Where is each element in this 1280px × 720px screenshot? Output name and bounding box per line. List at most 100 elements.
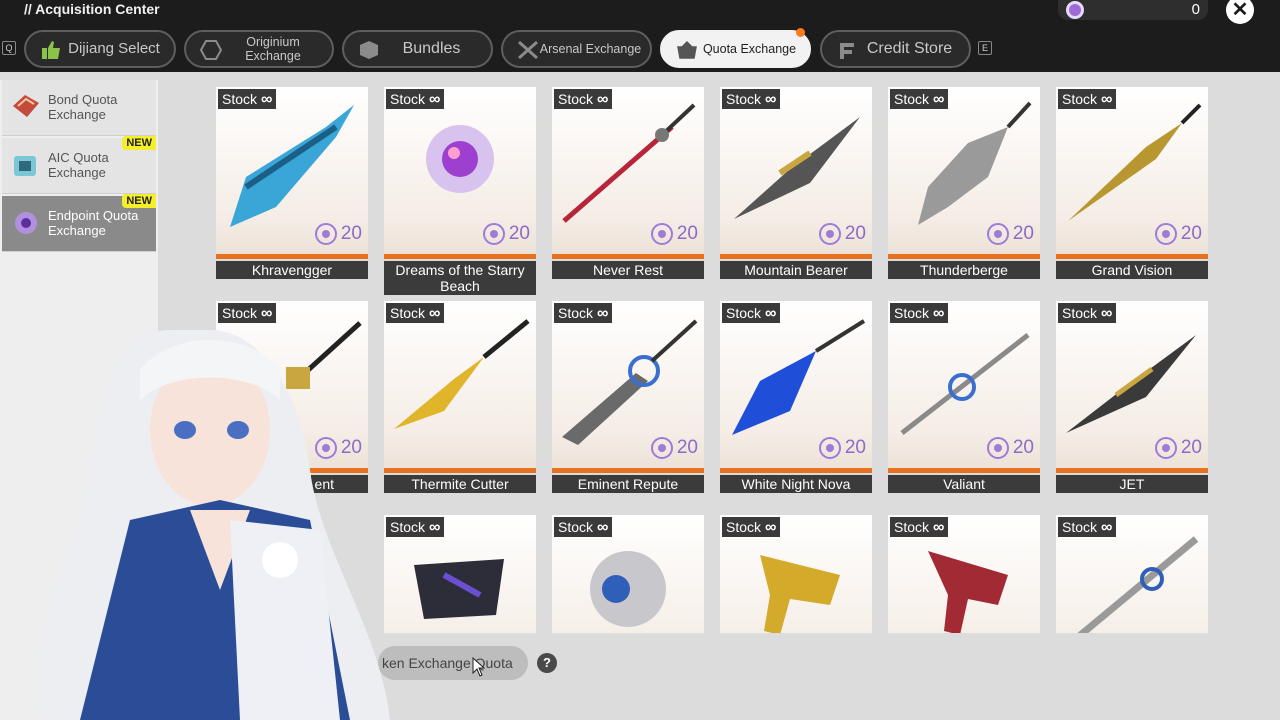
price-tag: 20 bbox=[1154, 222, 1202, 246]
item-name: Thunderberge bbox=[888, 261, 1040, 279]
item-name: Eminent Repute bbox=[552, 475, 704, 493]
price-tag: 20 bbox=[986, 436, 1034, 460]
price-tag: 20 bbox=[650, 222, 698, 246]
item-card[interactable]: Stock ∞ 20 Khravengger bbox=[216, 87, 368, 279]
item-card[interactable]: Stock ∞ 20 Dreams of the Starry Beach bbox=[384, 87, 536, 295]
stock-indicator: Stock ∞ bbox=[218, 303, 277, 323]
vtuber-avatar bbox=[35, 330, 390, 720]
item-name: Valiant bbox=[888, 475, 1040, 493]
tab-credit-store[interactable]: Credit Store bbox=[820, 30, 971, 68]
quota-balance: 0 bbox=[1058, 0, 1208, 20]
stock-indicator: Stock ∞ bbox=[554, 517, 613, 537]
stock-indicator: Stock ∞ bbox=[1058, 303, 1117, 323]
item-card[interactable]: Stock ∞ 20 Never Rest bbox=[552, 87, 704, 279]
item-name: Grand Vision bbox=[1056, 261, 1208, 279]
price-tag: 20 bbox=[818, 222, 866, 246]
tab-bundles[interactable]: Bundles bbox=[342, 30, 493, 68]
crossed-swords-icon bbox=[517, 40, 539, 60]
item-card[interactable]: Stock ∞ bbox=[720, 515, 872, 633]
tab-label: Arsenal Exchange bbox=[539, 42, 642, 56]
aic-quota-icon bbox=[10, 150, 42, 180]
stock-indicator: Stock ∞ bbox=[890, 517, 949, 537]
item-name: Dreams of the Starry Beach bbox=[384, 261, 536, 295]
price-tag: 20 bbox=[986, 222, 1034, 246]
notification-dot bbox=[796, 28, 805, 37]
token-exchange-quota-button[interactable]: ken Exchange Quota bbox=[378, 646, 528, 680]
help-icon[interactable]: ? bbox=[537, 653, 557, 673]
sidebar-item-label: Endpoint Quota Exchange bbox=[48, 208, 139, 238]
item-name: Khravengger bbox=[216, 261, 368, 279]
tab-label: Credit Store bbox=[866, 40, 953, 57]
stock-indicator: Stock ∞ bbox=[386, 89, 445, 109]
item-card[interactable]: Stock ∞ bbox=[552, 515, 704, 633]
item-card[interactable]: Stock ∞ bbox=[1056, 515, 1208, 633]
item-card[interactable]: Stock ∞ 20 JET bbox=[1056, 301, 1208, 493]
item-card[interactable]: Stock ∞ 20 Mountain Bearer bbox=[720, 87, 872, 279]
top-bar: // Acquisition Center 0 ✕ Q Dijiang Sele… bbox=[0, 0, 1280, 72]
stock-indicator: Stock ∞ bbox=[554, 303, 613, 323]
price-tag: 20 bbox=[482, 222, 530, 246]
item-card[interactable]: Stock ∞ 20 Grand Vision bbox=[1056, 87, 1208, 279]
quota-balance-count: 0 bbox=[1191, 1, 1200, 18]
item-name: White Night Nova bbox=[720, 475, 872, 493]
item-name: JET bbox=[1056, 475, 1208, 493]
stock-indicator: Stock ∞ bbox=[218, 89, 277, 109]
price-tag: 20 bbox=[1154, 436, 1202, 460]
originium-icon bbox=[199, 40, 223, 60]
tab-dijiang-select[interactable]: Dijiang Select bbox=[24, 30, 176, 68]
quota-coin-icon bbox=[650, 437, 673, 459]
stock-indicator: Stock ∞ bbox=[1058, 89, 1117, 109]
new-badge: NEW bbox=[122, 194, 156, 208]
item-card[interactable]: Stock ∞ 20 White Night Nova bbox=[720, 301, 872, 493]
close-button[interactable]: ✕ bbox=[1226, 0, 1254, 24]
quota-coin-icon bbox=[1154, 437, 1177, 459]
sidebar-item-label: AIC Quota Exchange bbox=[48, 150, 109, 180]
page-title: // Acquisition Center bbox=[24, 1, 160, 17]
stock-indicator: Stock ∞ bbox=[722, 517, 781, 537]
weapon-image bbox=[394, 319, 530, 429]
tab-quota-exchange[interactable]: Quota Exchange bbox=[660, 28, 811, 68]
stock-indicator: Stock ∞ bbox=[386, 303, 445, 323]
stock-indicator: Stock ∞ bbox=[890, 89, 949, 109]
sidebar-item-endpoint-quota[interactable]: Endpoint Quota Exchange NEW bbox=[2, 194, 156, 252]
item-card[interactable]: Stock ∞ 20 Thunderberge bbox=[888, 87, 1040, 279]
quota-coin-icon bbox=[1066, 1, 1084, 19]
item-name: Mountain Bearer bbox=[720, 261, 872, 279]
stock-indicator: Stock ∞ bbox=[722, 303, 781, 323]
stock-indicator: Stock ∞ bbox=[890, 303, 949, 323]
price-tag: 20 bbox=[818, 436, 866, 460]
tab-originium-exchange[interactable]: Originium Exchange bbox=[184, 30, 334, 68]
credit-icon bbox=[836, 40, 858, 59]
quota-coin-icon bbox=[818, 223, 841, 245]
stock-indicator: Stock ∞ bbox=[554, 89, 613, 109]
quota-coin-icon bbox=[1154, 223, 1177, 245]
sidebar-item-bond-quota[interactable]: Bond Quota Exchange bbox=[2, 80, 156, 136]
sidebar-item-aic-quota[interactable]: AIC Quota Exchange NEW bbox=[2, 136, 156, 194]
quota-coin-icon bbox=[314, 223, 337, 245]
bundle-icon bbox=[358, 40, 380, 59]
tab-label: Originium Exchange bbox=[245, 35, 301, 63]
bond-quota-icon bbox=[10, 92, 42, 122]
item-card[interactable]: Stock ∞ bbox=[888, 515, 1040, 633]
quota-coin-icon bbox=[986, 437, 1009, 459]
item-card[interactable]: Stock ∞ bbox=[384, 515, 536, 633]
sidebar-item-label: Bond Quota Exchange bbox=[48, 92, 118, 122]
quota-coin-icon bbox=[818, 437, 841, 459]
stock-indicator: Stock ∞ bbox=[722, 89, 781, 109]
mouse-cursor-icon bbox=[472, 657, 486, 677]
item-card[interactable]: Stock ∞ 20 Valiant bbox=[888, 301, 1040, 493]
tab-label: Dijiang Select bbox=[68, 40, 160, 57]
stock-indicator: Stock ∞ bbox=[1058, 517, 1117, 537]
item-card[interactable]: Stock ∞ Thermite Cutter bbox=[384, 301, 536, 493]
tab-arsenal-exchange[interactable]: Arsenal Exchange bbox=[501, 30, 652, 68]
endpoint-quota-icon bbox=[10, 208, 42, 238]
hand-icon bbox=[40, 40, 62, 59]
tab-label: Quota Exchange bbox=[702, 42, 797, 56]
quota-coin-icon bbox=[986, 223, 1009, 245]
basket-icon bbox=[676, 40, 698, 59]
key-hint-q: Q bbox=[2, 41, 16, 55]
item-card[interactable]: Stock ∞ 20 Eminent Repute bbox=[552, 301, 704, 493]
price-tag: 20 bbox=[314, 222, 362, 246]
quota-coin-icon bbox=[482, 223, 505, 245]
price-tag: 20 bbox=[650, 436, 698, 460]
